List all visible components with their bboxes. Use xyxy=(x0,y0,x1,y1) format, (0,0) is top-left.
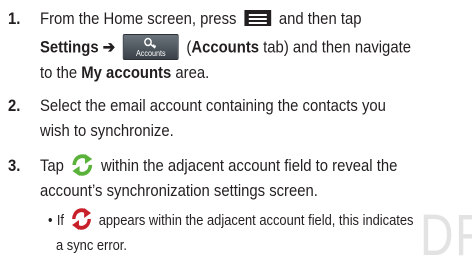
step-1-line-2: Settings ➔ Accounts (Accounts tab) and t… xyxy=(40,34,411,61)
step-1-line-1: From the Home screen, press and then tap xyxy=(40,8,361,30)
step-1-and-tap-text: and then tap xyxy=(278,10,362,28)
step-1-line-3: to the My accounts area. xyxy=(40,62,209,84)
step-3-line-2: account’s synchronization settings scree… xyxy=(40,182,318,200)
sub-if: If xyxy=(56,211,65,229)
sub-bullet-line-2: a sync error. xyxy=(56,237,127,254)
step-3-within: within the adjacent account field to rev… xyxy=(101,157,398,175)
step-1-intro-text: From the Home screen, press xyxy=(40,10,237,28)
my-accounts-label: My accounts xyxy=(81,64,172,82)
step-2-line-2: wish to synchronize. xyxy=(40,122,174,140)
accounts-tab-icon: Accounts xyxy=(122,34,179,60)
step-2-line-1: Select the email account containing the … xyxy=(40,97,386,115)
step-1-number: 1. xyxy=(8,10,21,28)
step-3-number: 3. xyxy=(8,157,21,175)
key-icon xyxy=(144,37,157,49)
sub-appears: appears within the adjacent account fiel… xyxy=(98,211,414,229)
bullet: • xyxy=(48,211,53,229)
step-3-tap: Tap xyxy=(40,157,64,175)
accounts-tab-label: Accounts xyxy=(191,38,260,57)
step-1-to-the: to the xyxy=(40,64,78,82)
sync-error-icon xyxy=(71,208,91,230)
watermark: DR xyxy=(420,203,472,268)
accounts-icon-label: Accounts xyxy=(135,49,166,58)
menu-icon xyxy=(244,9,272,26)
sub-bullet-line-1: • If appears within the adjacent account … xyxy=(48,208,414,232)
instruction-page: DR 1. From the Home screen, press and th… xyxy=(0,0,472,266)
step-1-tab-text: tab) and then navigate xyxy=(263,38,411,57)
step-2-number: 2. xyxy=(8,97,21,115)
step-1-area: area. xyxy=(175,64,210,82)
sync-icon xyxy=(72,153,93,176)
step-3-line-1: Tap within the adjacent account field to… xyxy=(40,153,398,178)
settings-label: Settings ➔ xyxy=(40,38,116,57)
